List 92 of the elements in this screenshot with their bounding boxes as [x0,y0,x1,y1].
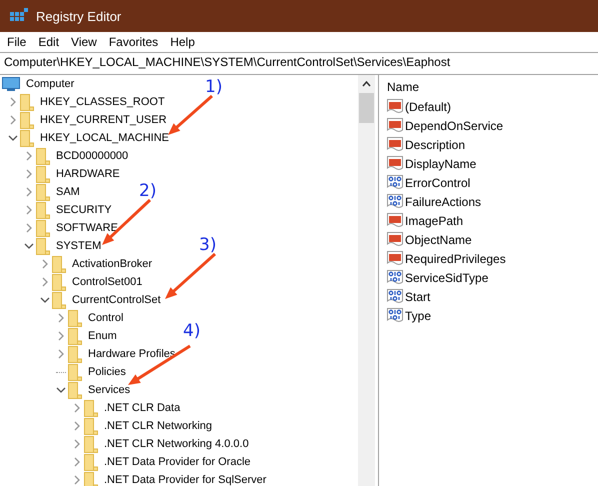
folder-icon [36,202,50,218]
folder-icon [84,472,98,486]
folder-icon [84,436,98,452]
binary-value-icon [387,270,403,285]
chevron-icon[interactable] [56,385,66,395]
menu-item[interactable]: Help [170,35,195,49]
window-title: Registry Editor [36,8,122,24]
chevron-icon[interactable] [24,241,34,251]
folder-icon [20,130,34,146]
folder-icon [36,166,50,182]
tree-item[interactable]: SYSTEM [56,240,102,252]
tree-item[interactable]: CurrentControlSet [72,294,161,306]
tree-item[interactable]: .NET CLR Data [104,402,180,414]
value-name[interactable]: (Default) [405,100,452,114]
string-value-icon [387,251,403,266]
tree-item[interactable]: SECURITY [56,204,112,216]
value-name[interactable]: Description [405,138,466,152]
annotation-label: 2) [139,181,156,201]
tree-item[interactable]: ControlSet001 [72,276,142,288]
annotation-arrow [168,94,213,135]
folder-icon [52,256,66,272]
folder-icon [68,346,82,362]
tree-item[interactable]: Services [88,384,130,396]
binary-value-icon [387,308,403,323]
annotation-label: 4) [183,321,200,341]
folder-icon [52,274,66,290]
value-name[interactable]: Start [405,290,430,304]
binary-value-icon [387,194,403,209]
tree-item[interactable]: Enum [88,330,117,342]
menu-item[interactable]: Favorites [108,35,158,49]
tree-item[interactable]: Control [88,312,124,324]
tree-item[interactable]: HKEY_LOCAL_MACHINE [40,132,169,144]
value-name[interactable]: ServiceSidType [405,270,488,284]
tree-item[interactable]: SOFTWARE [56,222,118,234]
string-value-icon [387,118,403,133]
tree-item[interactable]: HKEY_CURRENT_USER [40,114,167,126]
value-name[interactable]: Type [405,308,432,322]
scroll-up-icon[interactable] [362,81,371,87]
address-field[interactable]: Computer\HKEY_LOCAL_MACHINE\SYSTEM\CurrentControlSet\Services\Eaphost [0,52,598,75]
menu-item[interactable]: View [71,35,97,49]
tree-item[interactable]: .NET Data Provider for SqlServer [104,474,266,486]
folder-icon [20,112,34,128]
tree-item[interactable]: Hardware Profiles [88,348,176,360]
folder-icon [36,148,50,164]
value-name[interactable]: ObjectName [405,232,472,246]
value-name[interactable]: DependOnService [405,118,504,132]
menu-item[interactable]: Edit [38,35,60,49]
menu-item[interactable]: File [7,35,26,49]
tree-item[interactable]: SAM [56,186,80,198]
folder-icon [68,364,82,380]
chevron-icon[interactable] [8,133,18,143]
value-name[interactable]: ImagePath [405,214,464,228]
annotation-label: 1) [205,77,222,97]
folder-icon [36,220,50,236]
tree-item[interactable]: Computer [26,78,74,90]
value-name[interactable]: DisplayName [405,156,476,170]
annotation-label: 3) [199,235,216,255]
tree-item[interactable]: HARDWARE [56,168,120,180]
value-name[interactable]: ErrorControl [405,176,470,190]
tree-item[interactable]: HKEY_CLASSES_ROOT [40,96,165,108]
column-header[interactable]: Name [387,75,598,97]
tree-item[interactable]: .NET Data Provider for Oracle [104,456,251,468]
binary-value-icon [387,289,403,304]
binary-value-icon [387,175,403,190]
string-value-icon [387,232,403,247]
folder-icon [68,310,82,326]
folder-icon [36,238,50,254]
folder-icon [68,328,82,344]
folder-icon [84,400,98,416]
tree-item[interactable]: Policies [88,366,126,378]
tree-item[interactable]: .NET CLR Networking [104,420,212,432]
value-name[interactable]: RequiredPrivileges [405,252,506,266]
folder-icon [36,184,50,200]
tree-item[interactable]: BCD00000000 [56,150,128,162]
computer-icon [2,76,20,92]
annotation-arrow [165,252,216,299]
folder-icon [20,94,34,110]
folder-icon [84,454,98,470]
string-value-icon [387,99,403,114]
chevron-icon[interactable] [40,295,50,305]
folder-icon [84,418,98,434]
tree-item[interactable]: .NET CLR Networking 4.0.0.0 [104,438,249,450]
registry-cubes-icon [10,8,28,24]
scrollbar-thumb[interactable] [359,93,374,123]
value-name[interactable]: FailureActions [405,194,482,208]
scrollbar[interactable] [358,75,378,486]
string-value-icon [387,213,403,228]
string-value-icon [387,156,403,171]
tree-item[interactable]: ActivationBroker [72,258,152,270]
folder-icon [52,292,66,308]
string-value-icon [387,137,403,152]
folder-icon [68,382,82,398]
